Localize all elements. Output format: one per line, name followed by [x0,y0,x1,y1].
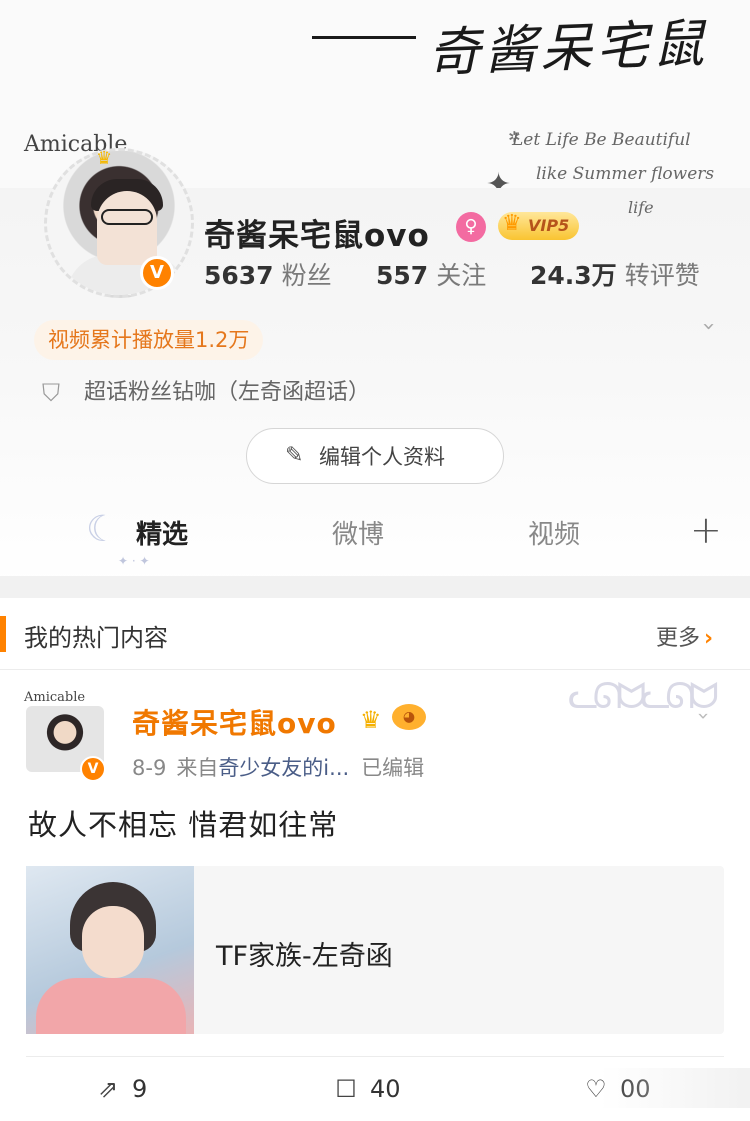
banner-quote-line2: like Summer flowers [536,164,715,184]
shield-icon: ⛉ [42,379,60,407]
banner-title: 奇酱呆宅鼠 [427,14,710,84]
more-label: 更多 [656,626,701,651]
chevron-right-icon: › [704,626,714,651]
thumb-face [82,906,144,978]
banner-quote-line1: Let Life Be Beautiful [512,130,691,150]
tab-video[interactable]: 视频 [528,514,580,551]
video-play-count-tag[interactable]: 视频累计播放量1.2万 [34,320,264,360]
post-avatar-text: Amicable [24,690,86,705]
pencil-icon: ✎ [285,443,304,468]
share-title: TF家族-左奇函 [216,941,393,972]
comment-button[interactable]: ☐ 40 [332,1075,401,1107]
repost-count: 9 [132,1075,148,1103]
verified-icon: V [140,256,174,290]
stat-fans-count: 5637 [204,261,274,290]
profile-stats: 5637 粉丝 557 关注 24.3万 转评赞 [204,256,724,290]
share-card[interactable]: TF家族-左奇函 [26,866,724,1034]
hot-content-header: 我的热门内容 更多 › [0,598,750,670]
banner-quote-line3: life [628,198,654,217]
stat-fans[interactable]: 5637 粉丝 [204,256,332,292]
avatar-face [97,191,157,265]
section-divider [0,576,750,598]
post-date: 8-9 [132,756,167,780]
post-text: 故人不相忘 惜君如往常 [28,808,339,842]
post-edited-label: 已编辑 [361,756,425,780]
fan-badge-icon: ◕ [392,704,426,730]
crown-icon: ♛ [96,148,113,169]
profile-tabs: ☾ ✦ · ✦ 精选 微博 视频 + [0,498,750,572]
vip-crown-icon: ♛ [502,211,522,236]
tab-featured[interactable]: 精选 [136,514,188,551]
vip-badge[interactable]: ♛ VIP5 [498,211,580,240]
edit-profile-label: 编辑个人资料 [319,445,445,469]
post-menu-chevron-icon[interactable]: › [692,712,716,720]
stat-following-count: 557 [376,261,429,290]
banner-dash-decoration [312,36,416,39]
edit-profile-button[interactable]: ✎ 编辑个人资料 [246,428,504,484]
stat-interactions[interactable]: 24.3万 转评赞 [530,256,700,292]
thumb-sweater [36,978,186,1034]
stat-interactions-count: 24.3万 [530,261,617,290]
hot-accent-bar [0,616,6,652]
stat-fans-label: 粉丝 [281,261,332,290]
comment-count: 40 [370,1075,401,1103]
repost-icon: ⇗ [97,1075,119,1103]
share-thumbnail [26,866,194,1034]
repost-button[interactable]: ⇗ 9 [94,1075,147,1107]
post-meta: 8-9 来自奇少女友的i... 已编辑 [132,752,424,782]
stars-decoration-icon: ✦ · ✦ [118,554,150,568]
plus-icon[interactable]: + [690,510,722,550]
super-topic-text: 超话粉丝钻咖（左奇函超话） [84,380,371,405]
tab-weibo[interactable]: 微博 [332,514,384,551]
post-verified-icon: V [80,756,106,782]
post-source[interactable]: 奇少女友的i... [218,756,349,780]
comment-icon: ☐ [335,1075,357,1103]
crown-icon: ♛ [360,706,382,734]
hot-content-title: 我的热门内容 [24,624,168,652]
stat-following-label: 关注 [436,261,487,290]
stat-interactions-label: 转评赞 [624,261,700,290]
post-from-label: 来自 [176,756,219,780]
avatar-glasses [101,209,153,225]
more-link[interactable]: 更多 › [656,620,713,652]
moon-icon: ☾ [86,509,119,550]
chevron-down-icon[interactable]: › [696,322,721,346]
stat-following[interactable]: 557 关注 [376,256,486,292]
profile-nickname: 奇酱呆宅鼠ovo [204,218,430,254]
vip-label: VIP5 [528,216,570,235]
gender-female-icon: ♀ [456,212,486,242]
watermark-overlay [600,1068,750,1108]
post-author-name[interactable]: 奇酱呆宅鼠ovo [132,702,337,742]
